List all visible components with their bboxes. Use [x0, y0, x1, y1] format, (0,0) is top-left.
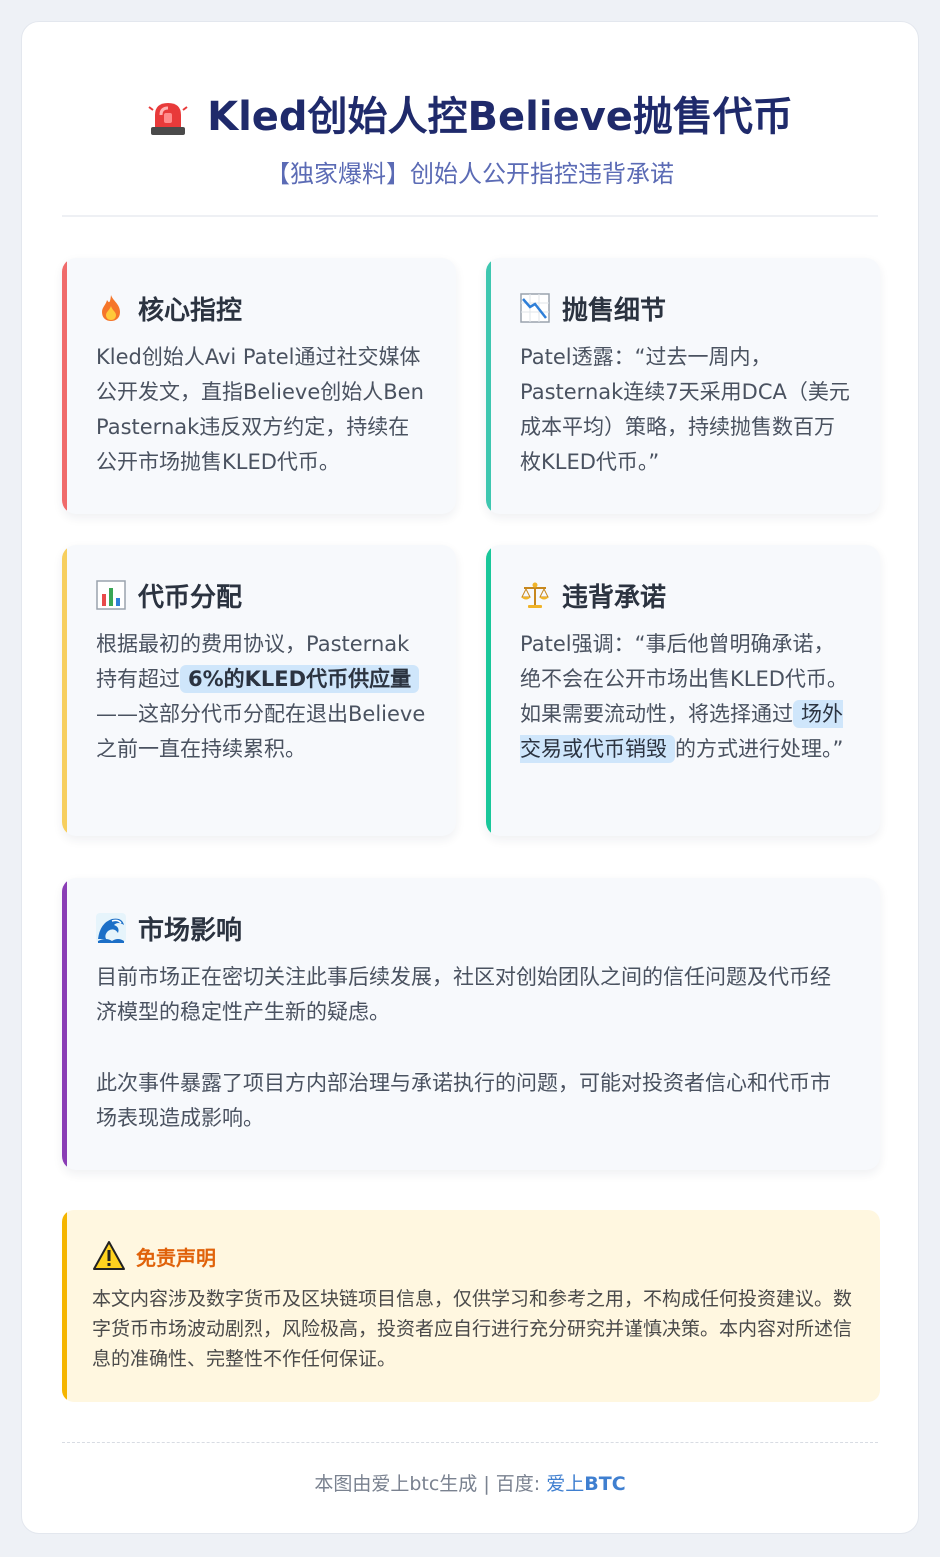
footer-link[interactable]: 爱上BTC: [546, 1473, 625, 1495]
card-impact-body: 目前市场正在密切关注此事后续发展，社区对创始团队之间的信任问题及代币经济模型的稳…: [96, 960, 850, 1136]
card-allocation-title-text: 代币分配: [138, 582, 243, 613]
poster: Kled创始人控Believe抛售代币 【独家爆料】创始人公开指控违背承诺 核心…: [21, 21, 919, 1534]
card-accusation: 核心指控 Kled创始人Avi Patel通过社交媒体公开发文，直指Believ…: [62, 258, 456, 514]
fire-icon: [96, 293, 126, 323]
card-selling-title-text: 抛售细节: [562, 295, 667, 326]
footer-text: 本图由爱上btc生成 | 百度:: [314, 1473, 547, 1495]
card-promise-body: Patel强调：“事后他曾明确承诺，绝不会在公开市场出售KLED代币。如果需要流…: [520, 627, 850, 767]
card-allocation-text-after: ——这部分代币分配在退出Believe之前一直在持续累积。: [96, 702, 426, 761]
disclaimer-body: 本文内容涉及数字货币及区块链项目信息，仅供学习和参考之用，不构成任何投资建议。数…: [92, 1288, 853, 1370]
header-divider: [62, 215, 878, 217]
card-allocation: 代币分配 根据最初的费用协议，Pasternak持有超过 6%的KLED代币供应量…: [62, 545, 456, 836]
footer-divider: [62, 1442, 878, 1443]
card-impact-title-text: 市场影响: [138, 915, 243, 946]
card-allocation-body: 根据最初的费用协议，Pasternak持有超过 6%的KLED代币供应量——这部分…: [96, 627, 426, 767]
siren-icon: [147, 97, 189, 137]
card-promise-title: 违背承诺: [520, 575, 850, 615]
disclaimer-box: 免责声明 本文内容涉及数字货币及区块链项目信息，仅供学习和参考之用，不构成任何投…: [62, 1210, 880, 1402]
card-selling-title: 抛售细节: [520, 288, 850, 328]
page-title-text: Kled创始人控Believe抛售代币: [207, 94, 793, 140]
footer: 本图由爱上btc生成 | 百度: 爱上BTC: [22, 1469, 918, 1496]
card-allocation-title: 代币分配: [96, 575, 426, 615]
card-promise: 违背承诺 Patel强调：“事后他曾明确承诺，绝不会在公开市场出售KLED代币。…: [486, 545, 880, 836]
wave-icon: [96, 913, 126, 943]
disclaimer-title: 免责声明: [92, 1238, 856, 1274]
warning-icon: [92, 1240, 126, 1272]
balance-scale-icon: [520, 580, 550, 610]
page-subtitle: 【独家爆料】创始人公开指控违背承诺: [266, 160, 674, 188]
header: Kled创始人控Believe抛售代币 【独家爆料】创始人公开指控违背承诺: [22, 22, 918, 190]
footer-link-brand: BTC: [584, 1473, 626, 1495]
bar-chart-icon: [96, 580, 126, 610]
allocation-highlight: 6%的KLED代币供应量: [180, 665, 420, 693]
footer-link-part1: 爱上: [546, 1473, 585, 1495]
impact-paragraph-1: 目前市场正在密切关注此事后续发展，社区对创始团队之间的信任问题及代币经济模型的稳…: [96, 965, 831, 1024]
card-impact-title: 市场影响: [96, 908, 850, 948]
disclaimer-title-text: 免责声明: [136, 1245, 216, 1270]
card-accusation-title-text: 核心指控: [138, 295, 243, 326]
card-selling: 抛售细节 Patel透露：“过去一周内，Pasternak连续7天采用DCA（美…: [486, 258, 880, 514]
card-promise-text-after: 的方式进行处理。”: [675, 737, 844, 761]
chart-decreasing-icon: [520, 293, 550, 323]
card-impact: 市场影响 目前市场正在密切关注此事后续发展，社区对创始团队之间的信任问题及代币经…: [62, 878, 880, 1170]
card-accusation-title: 核心指控: [96, 288, 426, 328]
page-title: Kled创始人控Believe抛售代币: [22, 92, 918, 142]
impact-paragraph-2: 此次事件暴露了项目方内部治理与承诺执行的问题，可能对投资者信心和代币市场表现造成…: [96, 1071, 831, 1130]
card-accusation-body: Kled创始人Avi Patel通过社交媒体公开发文，直指Believe创始人B…: [96, 345, 424, 474]
card-selling-body: Patel透露：“过去一周内，Pasternak连续7天采用DCA（美元成本平均…: [520, 345, 850, 474]
card-promise-title-text: 违背承诺: [562, 582, 667, 613]
